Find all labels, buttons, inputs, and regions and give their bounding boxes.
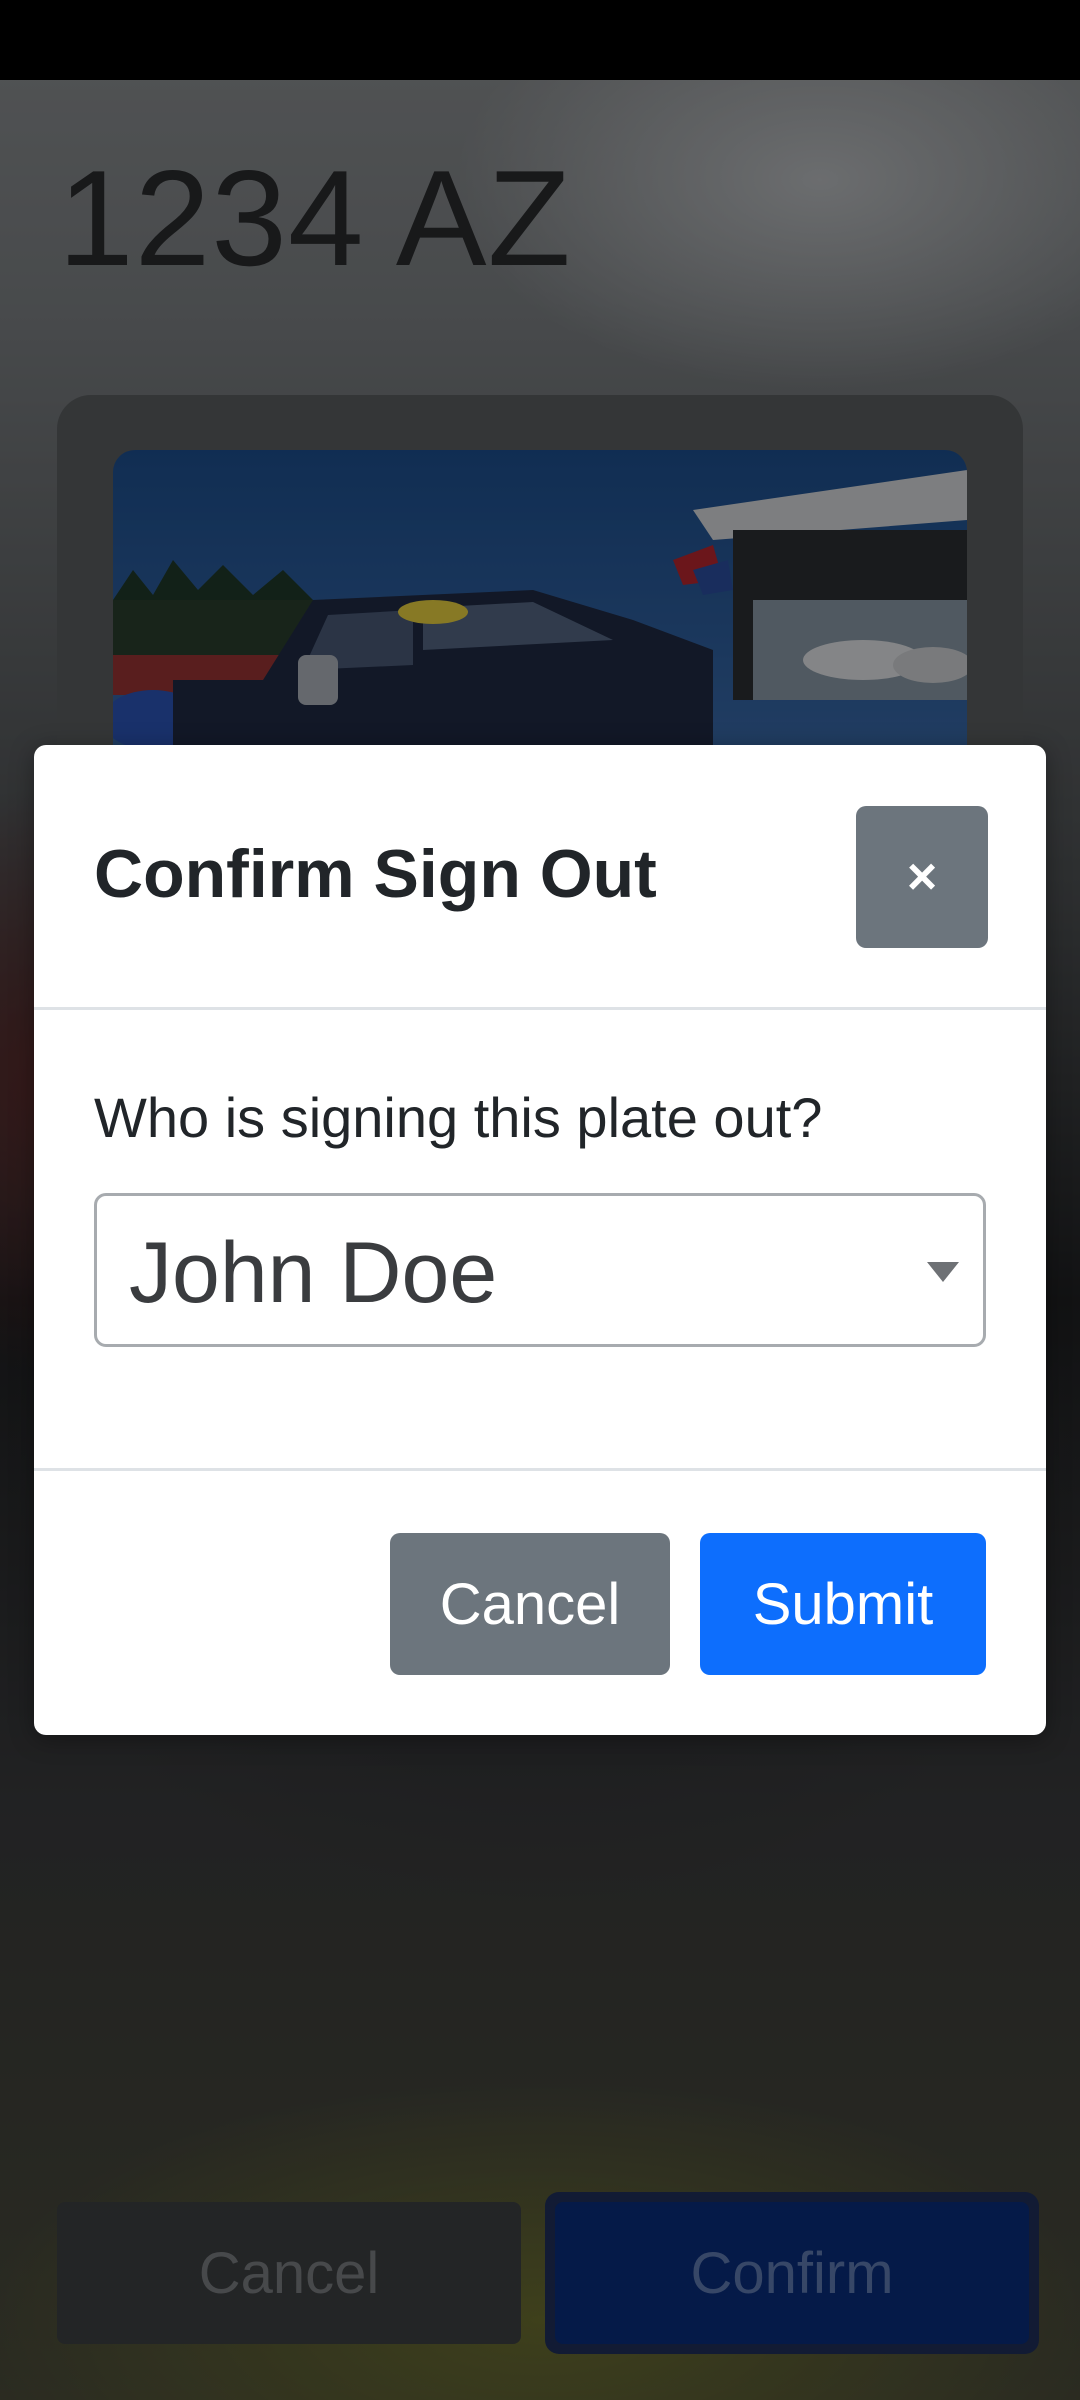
- signer-question-label: Who is signing this plate out?: [94, 1086, 823, 1149]
- close-icon: ×: [906, 848, 938, 906]
- submit-button[interactable]: Submit: [700, 1533, 986, 1675]
- cancel-button[interactable]: Cancel: [390, 1533, 670, 1675]
- close-button[interactable]: ×: [856, 806, 988, 948]
- status-bar: [0, 0, 1080, 80]
- modal-header: Confirm Sign Out ×: [34, 745, 1046, 1010]
- confirm-sign-out-dialog: Confirm Sign Out × Who is signing this p…: [34, 745, 1046, 1735]
- signer-select[interactable]: John Doe: [94, 1193, 986, 1347]
- chevron-down-icon: [927, 1262, 959, 1282]
- modal-title: Confirm Sign Out: [94, 836, 657, 912]
- signer-select-value: John Doe: [129, 1225, 498, 1321]
- modal-footer-divider: [34, 1468, 1046, 1471]
